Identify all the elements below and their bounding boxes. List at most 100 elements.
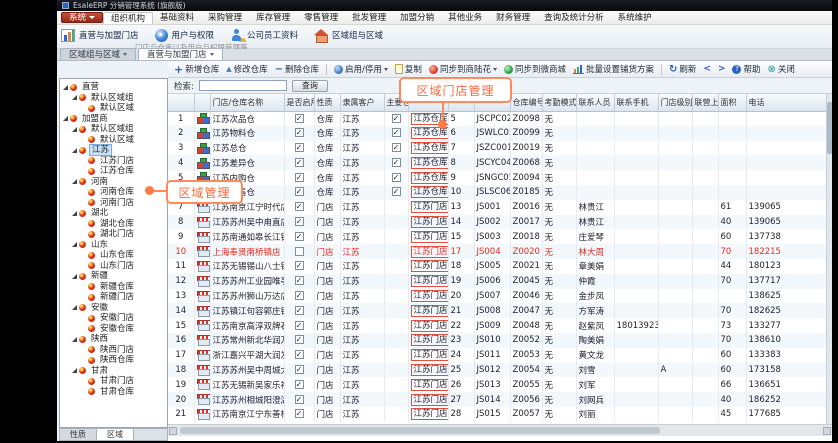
table-row[interactable]: 13江苏苏州狮山万达店门店江苏江苏门店20JS007Z0046无金步凤13862… <box>168 289 826 304</box>
tree-expander-icon[interactable] <box>72 305 77 310</box>
column-header-门店/仓库名称[interactable]: 门店/仓库名称 <box>210 94 284 111</box>
table-row[interactable]: 10上海奉贤南桥镇店门店江苏江苏门店17JS004Z0020无林大周701822… <box>168 244 826 259</box>
table-row[interactable]: 19江苏无锡新吴家乐福店门店江苏江苏门店26JS013Z0055无刘军66136… <box>168 377 826 392</box>
column-header[interactable] <box>168 94 194 111</box>
sync-mall-button[interactable]: 同步到微商城 <box>504 63 566 75</box>
table-row[interactable]: 18江苏苏州吴中周城大润店门店江苏江苏门店25JS012Z0054无刘雪A601… <box>168 363 826 378</box>
horizontal-scrollbar[interactable] <box>168 424 832 436</box>
column-header-门店级别[interactable]: 门店级别 <box>658 94 692 111</box>
tree-item-默认区域组[interactable]: 默认区域组 <box>60 93 167 104</box>
enabled-checkbox[interactable] <box>295 365 304 374</box>
column-header-性质[interactable]: 性质 <box>314 94 340 111</box>
table-row[interactable]: 20江苏苏州相城阳澄湖店门店江苏江苏门店27JS014Z0056无刘网兵4018… <box>168 392 826 407</box>
table-row[interactable]: 15江苏南京高淳双牌石店门店江苏江苏门店22JS009Z0048无赵紫凤1801… <box>168 318 826 333</box>
ribbon-button-区域组与区域[interactable]: 区域组与区域 <box>314 29 383 42</box>
tree-item-陕西[interactable]: 陕西 <box>60 334 167 345</box>
tree-item-湖北门店[interactable]: 湖北门店 <box>60 229 167 240</box>
tree-expander-icon[interactable] <box>72 211 77 216</box>
tree-item-新疆[interactable]: 新疆 <box>60 271 167 282</box>
table-row[interactable]: 9江苏南通如皋长江镇店门店江苏江苏门店15JS003Z0018无庄爱琴60137… <box>168 229 826 244</box>
main-warehouse-checkbox[interactable] <box>392 128 401 137</box>
enabled-checkbox[interactable] <box>295 335 304 344</box>
enabled-checkbox[interactable] <box>295 409 304 418</box>
tab-直营与加盟门店[interactable]: 直营与加盟门店 <box>138 48 223 60</box>
edit-warehouse-button[interactable]: 修改仓库 <box>226 63 267 75</box>
batch-distribution-plan-button[interactable]: 批量设置铺货方案 <box>573 63 654 75</box>
tree-item-新疆仓库[interactable]: 新疆仓库 <box>60 282 167 293</box>
enabled-checkbox[interactable] <box>295 247 304 256</box>
table-row[interactable]: 6江苏零售仓仓库江苏江苏仓库10JSLSC06Z0185无 <box>168 185 826 200</box>
menu-item-组织机构[interactable]: 组织机构 <box>103 12 153 24</box>
tree-item-甘肃门店[interactable]: 甘肃门店 <box>60 376 167 387</box>
table-row[interactable]: 8江苏苏州吴中甪直店门店江苏江苏门店14JS002Z0017无林贵江401390… <box>168 215 826 230</box>
tree-item-河南门店[interactable]: 河南门店 <box>60 198 167 209</box>
enabled-checkbox[interactable] <box>295 395 304 404</box>
tree-expander-icon[interactable] <box>72 95 77 100</box>
tree-item-江苏门店[interactable]: 江苏门店 <box>60 156 167 167</box>
search-button[interactable]: 查询 <box>292 80 328 92</box>
tree-item-安徽门店[interactable]: 安徽门店 <box>60 313 167 324</box>
tree-item-陕西仓库[interactable]: 陕西仓库 <box>60 355 167 366</box>
menu-item-采购管理[interactable]: 采购管理 <box>201 12 249 24</box>
enabled-checkbox[interactable] <box>295 202 304 211</box>
table-row[interactable]: 16江苏常州新北华润万家店门店江苏江苏门店23JS010Z0052无陶美娟701… <box>168 333 826 348</box>
column-header-仓库编号[interactable]: 仓库编号 <box>510 94 542 111</box>
column-header-面积[interactable]: 面积 <box>718 94 746 111</box>
tree-item-山东仓库[interactable]: 山东仓库 <box>60 250 167 261</box>
next-button[interactable] <box>718 64 726 74</box>
table-row[interactable]: 3江苏总仓仓库江苏江苏仓库7JSZC001Z0019无 <box>168 141 826 156</box>
enabled-checkbox[interactable] <box>295 128 304 137</box>
tree-item-江苏[interactable]: 江苏 <box>60 145 167 156</box>
horizontal-scrollbar-thumb[interactable] <box>180 427 660 434</box>
table-row[interactable]: 7江苏南京江宁时代店门店江苏江苏门店13JS001Z0016无林贵江611390… <box>168 200 826 215</box>
column-header-联系手机[interactable]: 联系手机 <box>614 94 658 111</box>
enabled-checkbox[interactable] <box>295 321 304 330</box>
tree-expander-icon[interactable] <box>63 116 68 121</box>
tree-item-陕西门店[interactable]: 陕西门店 <box>60 345 167 356</box>
tree-expander-icon[interactable] <box>72 337 77 342</box>
enabled-checkbox[interactable] <box>295 143 304 152</box>
enabled-checkbox[interactable] <box>295 187 304 196</box>
menu-item-基础资料[interactable]: 基础资料 <box>153 12 201 24</box>
menu-item-批发管理[interactable]: 批发管理 <box>345 12 393 24</box>
table-row[interactable]: 17浙江嘉兴平湖大润发店门店江苏江苏门店24JS011Z0053无黄文龙6013… <box>168 348 826 363</box>
column-header-考勤模式[interactable]: 考勤模式 <box>542 94 576 111</box>
ribbon-button-公司员工资料[interactable]: 公司员工资料 <box>230 29 298 42</box>
scroll-right-arrow-icon[interactable] <box>823 427 831 435</box>
tree-item-甘肃[interactable]: 甘肃 <box>60 366 167 377</box>
main-warehouse-checkbox[interactable] <box>392 173 401 182</box>
close-button[interactable]: 关闭 <box>768 63 795 75</box>
tree-item-湖北[interactable]: 湖北 <box>60 208 167 219</box>
tree-item-直营[interactable]: 直营 <box>60 82 167 93</box>
sync-pos-button[interactable]: 同步到商陆花 <box>429 63 497 75</box>
table-row[interactable]: 4江苏差异仓仓库江苏江苏仓库8JSCYC04Z0068无 <box>168 155 826 170</box>
tree-item-安徽仓库[interactable]: 安徽仓库 <box>60 324 167 335</box>
tree-item-湖北仓库[interactable]: 湖北仓库 <box>60 219 167 230</box>
table-row[interactable]: 12江苏苏州工业园唯亭店门店江苏江苏门店19JS006Z0045无仲霞70137… <box>168 274 826 289</box>
delete-warehouse-button[interactable]: 删除仓库 <box>275 63 319 75</box>
table-row[interactable]: 2江苏物料仓仓库江苏江苏仓库6JSWLC03Z0099无 <box>168 126 826 141</box>
tree-item-江苏仓库[interactable]: 江苏仓库 <box>60 166 167 177</box>
enabled-checkbox[interactable] <box>295 158 304 167</box>
main-warehouse-checkbox[interactable] <box>392 158 401 167</box>
add-warehouse-button[interactable]: 新增仓库 <box>174 63 219 75</box>
table-row[interactable]: 21江苏南京江宁东善桥镇店门店江苏江苏门店28JS015Z0057无刘丽4517… <box>168 407 826 422</box>
tree-item-新疆门店[interactable]: 新疆门店 <box>60 292 167 303</box>
menu-item-系统维护[interactable]: 系统维护 <box>611 12 659 24</box>
refresh-button[interactable]: 刷新 <box>669 63 696 75</box>
ribbon-button-直营与加盟门店[interactable]: 直营与加盟门店 <box>61 29 139 42</box>
tree-item-默认区域组[interactable]: 默认区域组 <box>60 124 167 135</box>
main-warehouse-checkbox[interactable] <box>392 143 401 152</box>
tree-item-安徽[interactable]: 安徽 <box>60 303 167 314</box>
tree-expander-icon[interactable] <box>63 85 68 90</box>
vertical-scrollbar[interactable] <box>826 94 832 424</box>
enabled-checkbox[interactable] <box>295 173 304 182</box>
ribbon-button-用户与权限[interactable]: 用户与权限 <box>155 29 215 42</box>
column-header-隶属客户[interactable]: 隶属客户 <box>340 94 384 111</box>
enabled-checkbox[interactable] <box>295 291 304 300</box>
column-header-电话[interactable]: 电话 <box>746 94 826 111</box>
column-header[interactable] <box>194 94 210 111</box>
table-row[interactable]: 14江苏镇江句容郭庄镇店门店江苏江苏门店21JS008Z0047无方军涛7018… <box>168 303 826 318</box>
enabled-checkbox[interactable] <box>295 276 304 285</box>
enabled-checkbox[interactable] <box>295 306 304 315</box>
